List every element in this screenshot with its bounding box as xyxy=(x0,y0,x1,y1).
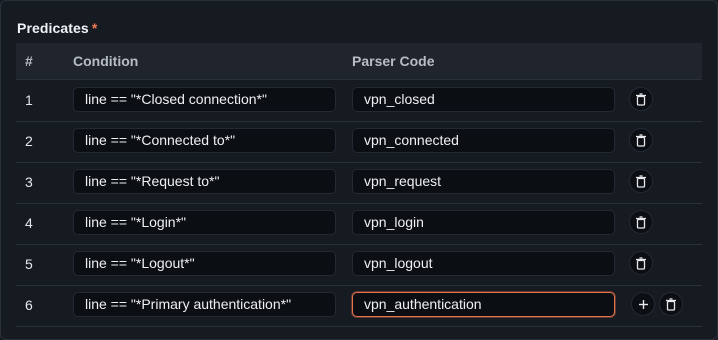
trash-icon xyxy=(635,133,647,147)
delete-row-button[interactable] xyxy=(659,292,683,316)
condition-input[interactable]: line == "*Request to*" xyxy=(73,169,336,194)
parser-code-input[interactable]: vpn_login xyxy=(352,210,615,235)
condition-input[interactable]: line == "*Primary authentication*" xyxy=(73,292,336,317)
parser-code-input[interactable]: vpn_closed xyxy=(352,87,615,112)
delete-row-button[interactable] xyxy=(629,251,653,275)
table-row: 6 line == "*Primary authentication*" vpn… xyxy=(16,285,702,327)
parser-code-input[interactable]: vpn_connected xyxy=(352,128,615,153)
condition-input[interactable]: line == "*Login*" xyxy=(73,210,336,235)
required-marker: * xyxy=(91,20,98,36)
trash-icon xyxy=(635,92,647,106)
row-index: 6 xyxy=(25,297,33,313)
parser-code-input[interactable]: vpn_request xyxy=(352,169,615,194)
row-index: 5 xyxy=(25,256,33,272)
table-row: 5 line == "*Logout*" vpn_logout xyxy=(16,244,702,286)
section-title: Predicates * xyxy=(17,20,97,36)
add-row-button[interactable] xyxy=(631,292,655,316)
column-header-index: # xyxy=(25,53,33,69)
predicates-panel: Predicates * # Condition Parser Code 1 li… xyxy=(0,0,718,340)
table-header: # Condition Parser Code xyxy=(16,43,702,80)
trash-icon xyxy=(635,174,647,188)
condition-input[interactable]: line == "*Closed connection*" xyxy=(73,87,336,112)
plus-icon xyxy=(638,299,649,310)
delete-row-button[interactable] xyxy=(629,87,653,111)
row-index: 3 xyxy=(25,174,33,190)
row-index: 2 xyxy=(25,133,33,149)
column-header-condition: Condition xyxy=(73,53,139,69)
section-title-label: Predicates xyxy=(17,20,89,36)
trash-icon xyxy=(635,215,647,229)
table-row: 3 line == "*Request to*" vpn_request xyxy=(16,162,702,204)
table-row: 1 line == "*Closed connection*" vpn_clos… xyxy=(16,80,702,122)
row-index: 1 xyxy=(25,92,33,108)
delete-row-button[interactable] xyxy=(629,210,653,234)
delete-row-button[interactable] xyxy=(629,169,653,193)
trash-icon xyxy=(665,297,677,311)
condition-input[interactable]: line == "*Connected to*" xyxy=(73,128,336,153)
parser-code-input[interactable]: vpn_authentication xyxy=(352,292,615,317)
trash-icon xyxy=(635,256,647,270)
parser-code-input[interactable]: vpn_logout xyxy=(352,251,615,276)
table-row: 2 line == "*Connected to*" vpn_connected xyxy=(16,121,702,163)
delete-row-button[interactable] xyxy=(629,128,653,152)
row-index: 4 xyxy=(25,215,33,231)
column-header-parser-code: Parser Code xyxy=(352,53,435,69)
condition-input[interactable]: line == "*Logout*" xyxy=(73,251,336,276)
table-row: 4 line == "*Login*" vpn_login xyxy=(16,203,702,245)
